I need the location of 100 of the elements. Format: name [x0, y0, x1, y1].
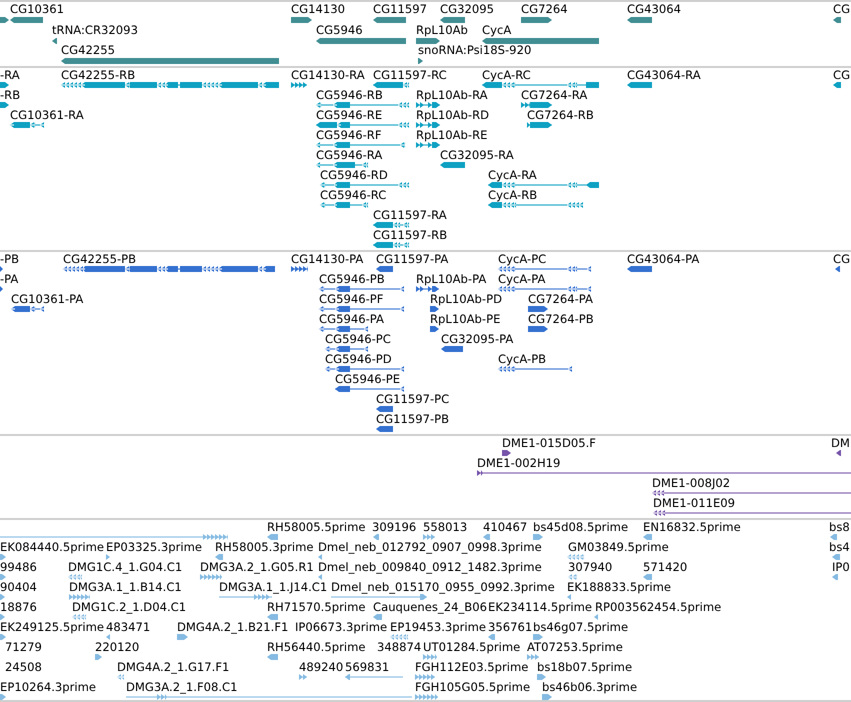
feature-label: CycA-RA	[488, 168, 537, 182]
feature-label: RH56440.5prime	[267, 640, 366, 654]
feature-label: DME1-011E09	[653, 496, 736, 510]
feature-label: CG5946-RC	[320, 188, 386, 202]
feature-label: RpL10Ab-PA	[416, 272, 486, 286]
feature-label: 90404	[0, 580, 37, 594]
feature-label: 489240	[299, 660, 344, 674]
feature-label: CG32095-RA	[440, 148, 514, 162]
feature-label: CG14130	[291, 2, 345, 16]
feature-label: -PB	[0, 252, 20, 266]
feature-label: 571420	[643, 560, 688, 574]
feature-label: CG5946-PA	[319, 312, 384, 326]
feature-label: Dmel_neb_009840_0912_1482.3prime	[318, 560, 542, 574]
feature-label: 558013	[423, 520, 468, 534]
feature-label: CG5946-PF	[319, 292, 384, 306]
feature-label: CG11597-PB	[376, 412, 450, 426]
feature-label: Cauquenes_24_B06	[373, 600, 487, 614]
feature-label: RpL10Ab-RE	[416, 128, 488, 142]
feature-label: CG10361-RA	[10, 108, 84, 122]
feature-label: CG32095-PA	[441, 332, 514, 346]
feature-label: CG	[833, 68, 850, 82]
feature-label: CG43064	[627, 2, 681, 16]
feature-label: RpL10Ab-PE	[430, 312, 500, 326]
feature-label: IP0	[832, 560, 850, 574]
feature-label: CG5946-RD	[320, 168, 388, 182]
feature-label: EK084440.5prime	[0, 540, 104, 554]
feature-label: CG5946-RF	[316, 128, 382, 142]
feature-label: bs46b06.3prime	[542, 680, 638, 694]
feature-label: RpL10Ab-PD	[430, 292, 502, 306]
feature-label: CG5946-RA	[316, 148, 382, 162]
feature-label: CG10361-PA	[11, 292, 84, 306]
feature-label: bs45d08.5prime	[533, 520, 628, 534]
feature-label: bs4	[829, 540, 850, 554]
feature-label: DME1-008J02	[652, 476, 730, 490]
feature-label: CG10361	[10, 2, 64, 16]
feature-label: CG42255	[61, 43, 115, 57]
feature-label: CG7264-PB	[528, 312, 594, 326]
feature-label: CG42255-RB	[61, 68, 136, 82]
feature-label: CycA-RC	[482, 68, 531, 82]
feature-label: EK234114.5prime	[488, 600, 592, 614]
feature-label: RH58005.3prime	[215, 540, 314, 554]
feature-label: CG5946-PB	[319, 272, 385, 286]
feature-label: FGH105G05.5prime	[415, 680, 530, 694]
feature-label: CG11597-RB	[373, 228, 448, 242]
feature-label: RP003562454.5prime	[595, 600, 722, 614]
feature-label: 569831	[345, 660, 390, 674]
feature-label: CG14130-RA	[291, 68, 365, 82]
feature-label: DMG1C.4_1.G04.C1	[68, 560, 182, 574]
feature-label: DMG4A.2_1.G17.F1	[117, 660, 230, 674]
feature-label: -RA	[0, 68, 20, 82]
feature-label: EN16832.5prime	[643, 520, 741, 534]
feature-label: EK188833.5prime	[567, 580, 672, 594]
feature-label: 18876	[0, 600, 37, 614]
feature-label: 483471	[106, 620, 150, 634]
feature-label: 410467	[483, 520, 528, 534]
feature-label: Dmel_neb_012792_0907_0998.3prime	[318, 540, 542, 554]
feature-label: DMG3A.1_1.B14.C1	[69, 580, 182, 594]
feature-label: DMG3A.2_1.G05.R1	[200, 560, 314, 574]
feature-label: FGH112E03.5prime	[415, 660, 528, 674]
feature-label: CG	[833, 2, 850, 16]
feature-label: EP03325.3prime	[106, 540, 202, 554]
feature-label: CG43064-RA	[627, 68, 701, 82]
feature-label: CG5946-RE	[316, 108, 382, 122]
feature-label: CG11597-PC	[376, 392, 450, 406]
feature-label: -PA	[0, 272, 18, 286]
feature-label: 348874	[377, 640, 422, 654]
feature-label: bs8	[829, 520, 850, 534]
feature-label: bs18b07.5prime	[537, 660, 632, 674]
feature-label: tRNA:CR32093	[52, 22, 138, 36]
feature-label: CG5946	[316, 22, 363, 36]
feature-label: 99486	[0, 560, 37, 574]
feature-label: CycA-PA	[498, 272, 546, 286]
feature-label: CG32095	[440, 2, 494, 16]
feature-label: DME1-015D05.F	[502, 436, 596, 450]
feature-label: CG43064-PA	[627, 252, 700, 266]
feature-label: RpL10Ab	[416, 22, 468, 36]
feature-label: CycA-PB	[498, 352, 546, 366]
feature-label: CG11597-RA	[373, 208, 447, 222]
feature-label: CG7264	[521, 2, 568, 16]
feature-label: IP06673.3prime	[295, 620, 388, 634]
feature-label: EP19453.3prime	[390, 620, 486, 634]
feature-label: RH58005.5prime	[267, 520, 366, 534]
feature-label: CG11597	[373, 2, 427, 16]
feature-label: GM03849.5prime	[568, 540, 669, 554]
feature-label: DMG4A.2_1.B21.F1	[177, 620, 288, 634]
feature-label: 307940	[568, 560, 612, 574]
feature-label: DME1-002H19	[477, 456, 560, 470]
feature-label: CycA-RB	[488, 188, 538, 202]
feature-label: CG5946-PD	[325, 352, 392, 366]
feature-label: DM	[831, 436, 850, 450]
feature-label: CG7264-PA	[528, 292, 593, 306]
feature-label: CG	[833, 252, 850, 266]
feature-label: CG14130-PA	[291, 252, 364, 266]
feature-label: 220120	[95, 640, 140, 654]
feature-label: 71279	[5, 640, 42, 654]
feature-label: -RB	[0, 88, 20, 102]
feature-label: CG11597-RC	[373, 68, 447, 82]
feature-label: CG5946-PC	[325, 332, 391, 346]
feature-label: CG5946-RB	[316, 88, 383, 102]
feature-label: 309196	[372, 520, 416, 534]
